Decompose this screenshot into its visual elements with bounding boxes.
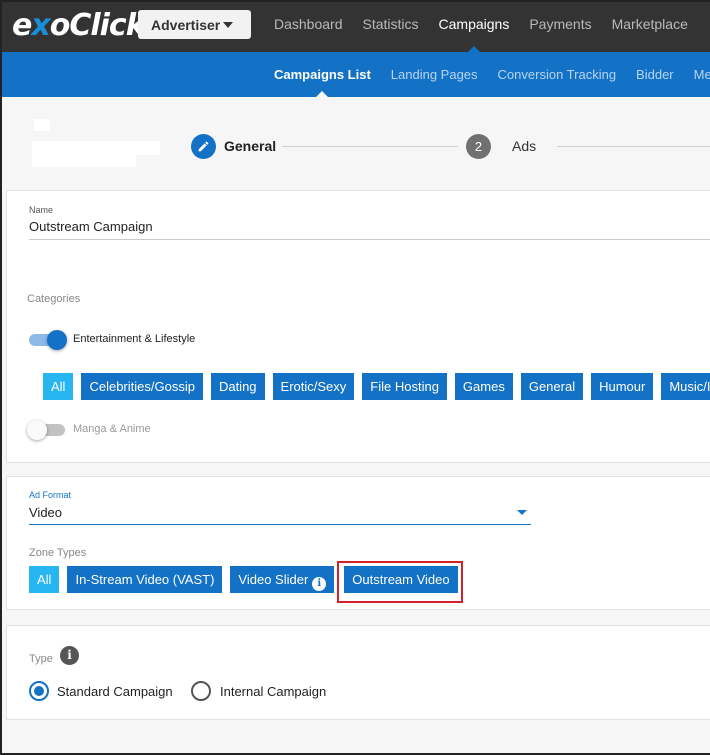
sub-navbar: Campaigns List Landing Pages Conversion … — [2, 52, 710, 97]
zone-type-chip-video-slider[interactable]: Video Slider i — [230, 566, 335, 593]
subnav-more[interactable]: Me — [684, 52, 710, 97]
entertainment-toggle[interactable] — [29, 330, 67, 350]
step-general-indicator[interactable] — [191, 134, 216, 159]
toggle-knob — [47, 330, 67, 350]
account-type-value: Advertiser — [151, 16, 221, 33]
type-label: Type — [29, 653, 53, 665]
step-connector — [557, 146, 710, 147]
nav-dashboard[interactable]: Dashboard — [264, 2, 353, 52]
toggle-knob — [27, 420, 47, 440]
general-card: Name Outstream Campaign Categories Enter… — [6, 190, 710, 463]
standard-campaign-radio[interactable] — [29, 681, 49, 701]
top-nav: Dashboard Statistics Campaigns Payments … — [264, 2, 698, 52]
ad-format-underline — [29, 524, 531, 525]
video-slider-label: Video Slider — [238, 572, 309, 587]
zone-type-chip-instream[interactable]: In-Stream Video (VAST) — [67, 566, 223, 593]
sub-nav: Campaigns List Landing Pages Conversion … — [264, 52, 710, 97]
step-ads-indicator[interactable]: 2 — [466, 134, 491, 159]
app-frame: exoClick Advertiser Dashboard Statistics… — [0, 0, 710, 755]
ad-format-select[interactable]: Video — [29, 505, 62, 520]
exoclick-logo[interactable]: exoClick — [12, 8, 146, 43]
dropdown-arrow-icon[interactable] — [517, 510, 527, 515]
nav-campaigns[interactable]: Campaigns — [429, 2, 520, 52]
subcategory-chip-erotic[interactable]: Erotic/Sexy — [272, 373, 355, 400]
subcategory-chip-dating[interactable]: Dating — [210, 373, 265, 400]
zone-type-chip-all[interactable]: All — [29, 566, 60, 593]
subcategory-chip-games[interactable]: Games — [454, 373, 513, 400]
info-icon[interactable]: i — [312, 577, 327, 591]
internal-campaign-label[interactable]: Internal Campaign — [220, 684, 326, 699]
account-type-select[interactable]: Advertiser — [138, 10, 251, 39]
pencil-icon — [198, 141, 209, 152]
top-navbar: exoClick Advertiser Dashboard Statistics… — [2, 2, 710, 52]
name-field-label: Name — [29, 205, 54, 215]
entertainment-label: Entertainment & Lifestyle — [73, 333, 196, 345]
step-general-label[interactable]: General — [224, 138, 276, 154]
zone-types-label: Zone Types — [29, 547, 87, 559]
ad-format-label: Ad Format — [29, 490, 72, 500]
subcategory-chip-all[interactable]: All — [43, 373, 74, 400]
subcategory-chip-general[interactable]: General — [520, 373, 584, 400]
name-input-underline — [29, 239, 710, 240]
subcategory-chips: All Celebrities/Gossip Dating Erotic/Sex… — [43, 373, 710, 400]
standard-campaign-label[interactable]: Standard Campaign — [57, 684, 173, 699]
step-connector — [282, 146, 458, 147]
manga-label: Manga & Anime — [73, 423, 151, 435]
subcategory-chip-music[interactable]: Music/I — [661, 373, 710, 400]
ad-format-card: Ad Format Video Zone Types All In-Stream… — [6, 476, 710, 610]
chevron-down-icon — [223, 22, 233, 28]
step-ads-label[interactable]: Ads — [512, 138, 536, 154]
manga-toggle[interactable] — [27, 420, 65, 440]
subcategory-chip-humour[interactable]: Humour — [591, 373, 654, 400]
nav-payments[interactable]: Payments — [519, 2, 601, 52]
nav-statistics[interactable]: Statistics — [353, 2, 429, 52]
internal-campaign-radio[interactable] — [191, 681, 211, 701]
redacted-block — [32, 155, 136, 167]
subcategory-chip-celebrities[interactable]: Celebrities/Gossip — [81, 373, 203, 400]
subnav-campaigns-list[interactable]: Campaigns List — [264, 52, 381, 97]
campaign-name-input[interactable]: Outstream Campaign — [29, 219, 153, 234]
type-card: Type i Standard Campaign Internal Campai… — [6, 625, 710, 720]
campaign-stepper: General 2 Ads — [2, 97, 710, 190]
nav-marketplace[interactable]: Marketplace — [602, 2, 698, 52]
subnav-landing-pages[interactable]: Landing Pages — [381, 52, 488, 97]
redacted-block — [34, 119, 50, 131]
subnav-bidder[interactable]: Bidder — [626, 52, 684, 97]
redacted-block — [32, 141, 160, 155]
info-icon[interactable]: i — [60, 646, 79, 665]
subnav-conversion-tracking[interactable]: Conversion Tracking — [488, 52, 627, 97]
highlight-box — [337, 561, 463, 603]
categories-label: Categories — [27, 293, 81, 305]
subcategory-chip-file-hosting[interactable]: File Hosting — [362, 373, 447, 400]
